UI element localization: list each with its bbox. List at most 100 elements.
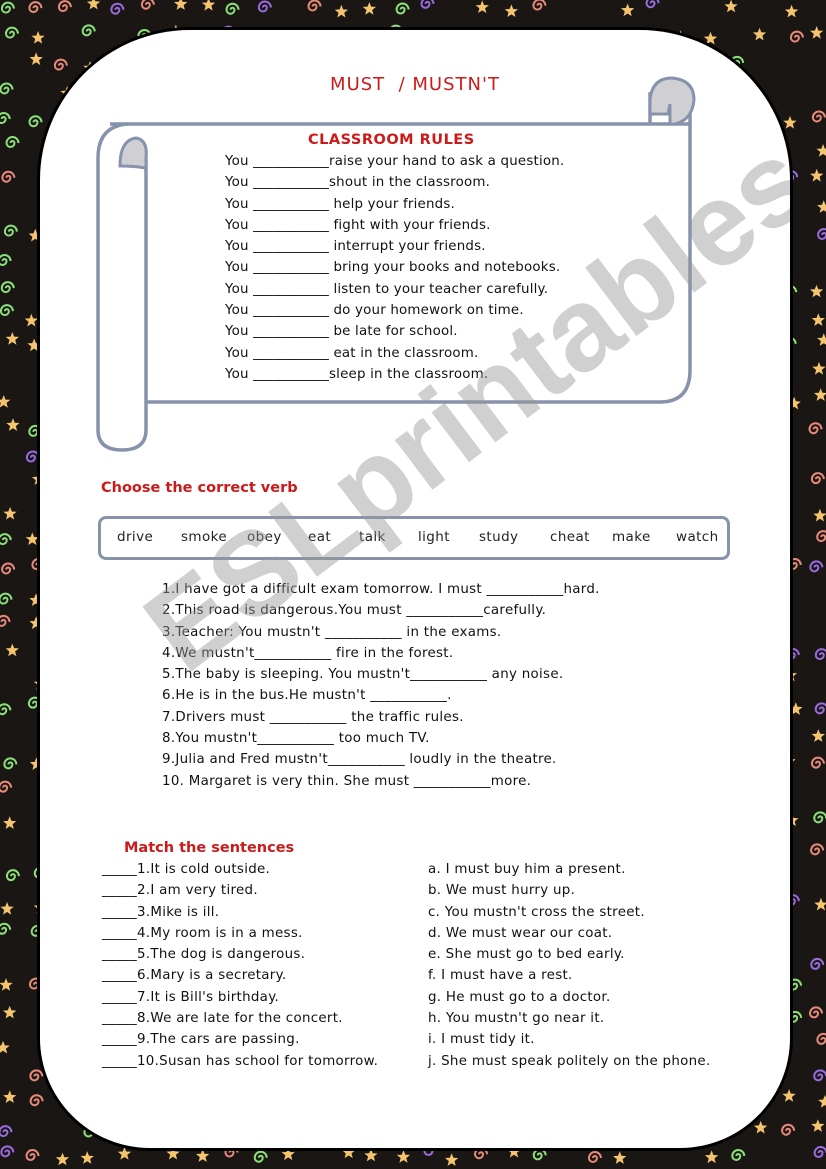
moon-icon xyxy=(646,1151,657,1164)
star-icon xyxy=(811,313,825,326)
star-icon xyxy=(334,4,348,18)
scroll-left-roll xyxy=(96,122,148,452)
match-response: h. You mustn't go near it. xyxy=(428,1011,605,1027)
rule-line: You ___________ help your friends. xyxy=(225,196,456,212)
moon-icon xyxy=(817,783,826,795)
match-situation: _____9.The cars are passing. xyxy=(102,1032,300,1048)
star-icon xyxy=(818,1095,826,1108)
star-icon xyxy=(0,1040,10,1054)
swirl-icon xyxy=(57,0,72,13)
swirl-icon xyxy=(1,170,16,183)
star-icon xyxy=(475,0,489,14)
swirl-icon xyxy=(0,922,12,935)
star-icon xyxy=(24,313,38,327)
swirl-icon xyxy=(809,560,824,573)
star-icon xyxy=(704,1150,719,1164)
moon-icon xyxy=(564,1154,576,1166)
moon-icon xyxy=(814,0,825,10)
star-icon xyxy=(0,978,13,991)
verb-bank-box: drive smoke obey eat talk light study ch… xyxy=(98,516,730,560)
moon-icon xyxy=(704,0,716,12)
swirl-icon xyxy=(4,26,19,39)
moon-icon xyxy=(558,0,570,12)
star-icon xyxy=(80,1151,94,1164)
moon-icon xyxy=(789,453,800,465)
star-icon xyxy=(25,532,39,545)
fill-in-sentence: 3.Teacher: You mustn't ___________ in th… xyxy=(162,624,502,640)
match-response: a. I must buy him a present. xyxy=(428,862,626,877)
star-icon xyxy=(724,0,738,13)
verb-option: eat xyxy=(308,529,332,545)
star-icon xyxy=(817,200,826,213)
rule-line: You ___________raise your hand to ask a … xyxy=(225,154,565,169)
match-response: g. He must go to a doctor. xyxy=(428,989,611,1005)
rule-line: You ___________ fight with your friends. xyxy=(225,217,491,233)
swirl-icon xyxy=(731,1149,746,1161)
swirl-icon xyxy=(813,1146,826,1159)
swirl-icon xyxy=(810,756,825,769)
rule-line: You ___________ do your homework on time… xyxy=(225,303,524,319)
match-situation: _____1.It is cold outside. xyxy=(102,862,271,877)
scroll-left-curl-icon xyxy=(118,136,148,170)
choose-verb-heading: Choose the correct verb xyxy=(101,480,298,496)
moon-icon xyxy=(2,727,13,739)
star-icon xyxy=(362,2,376,15)
rule-line: You ___________ be late for school. xyxy=(225,324,458,340)
moon-icon xyxy=(27,367,38,380)
swirl-icon xyxy=(0,111,11,124)
match-response: c. You mustn't cross the street. xyxy=(428,904,645,920)
swirl-icon xyxy=(5,869,20,882)
moon-icon xyxy=(2,839,14,852)
moon-icon xyxy=(789,838,800,850)
star-icon xyxy=(5,643,19,657)
swirl-icon xyxy=(225,2,240,15)
match-response: f. I must have a rest. xyxy=(428,968,573,984)
swirl-icon xyxy=(814,702,826,715)
star-icon xyxy=(5,332,19,345)
star-icon xyxy=(364,1148,378,1162)
moon-icon xyxy=(7,365,18,377)
moon-icon xyxy=(758,0,769,10)
moon-icon xyxy=(307,1147,318,1159)
match-situation: _____3.Mike is ill. xyxy=(102,904,220,920)
star-icon xyxy=(117,1147,132,1160)
verb-option: drive xyxy=(117,529,154,545)
swirl-icon xyxy=(0,614,11,627)
swirl-icon xyxy=(788,978,803,991)
match-situation: _____7.It is Bill's birthday. xyxy=(102,989,280,1005)
moon-icon xyxy=(810,85,822,97)
rule-line: You ___________shout in the classroom. xyxy=(225,175,491,191)
match-situation: _____4.My room is in a mess. xyxy=(102,925,303,941)
star-icon xyxy=(812,361,826,375)
match-response: d. We must wear our coat. xyxy=(428,925,613,941)
verb-option: make xyxy=(612,529,651,545)
swirl-icon xyxy=(110,2,125,15)
match-situation: _____5.The dog is dangerous. xyxy=(102,947,306,963)
moon-icon xyxy=(813,592,825,605)
moon-icon xyxy=(788,865,800,878)
moon-icon xyxy=(5,958,17,970)
moon-icon xyxy=(817,873,826,886)
moon-icon xyxy=(789,535,800,548)
moon-icon xyxy=(0,53,12,65)
fill-in-sentence: 10. Margaret is very thin. She must ____… xyxy=(162,773,532,789)
fill-in-sentence: 4.We mustn't___________ fire in the fore… xyxy=(162,645,454,661)
swirl-icon xyxy=(28,1,43,14)
swirl-icon xyxy=(0,1125,13,1138)
moon-icon xyxy=(27,818,38,830)
swirl-icon xyxy=(587,1151,602,1164)
moon-icon xyxy=(671,0,683,13)
classroom-rules-list: You ___________raise your hand to ask a … xyxy=(225,154,564,388)
moon-icon xyxy=(816,676,826,688)
swirl-icon xyxy=(0,592,13,605)
moon-icon xyxy=(27,166,38,178)
swirl-icon xyxy=(810,843,825,856)
swirl-icon xyxy=(809,1006,824,1019)
star-icon xyxy=(810,168,824,182)
moon-icon xyxy=(815,983,826,995)
swirl-icon xyxy=(0,780,13,793)
verb-option: watch xyxy=(676,529,719,545)
verb-option: cheat xyxy=(550,529,590,545)
swirl-icon xyxy=(788,1010,803,1023)
match-response: b. We must hurry up. xyxy=(428,883,576,899)
